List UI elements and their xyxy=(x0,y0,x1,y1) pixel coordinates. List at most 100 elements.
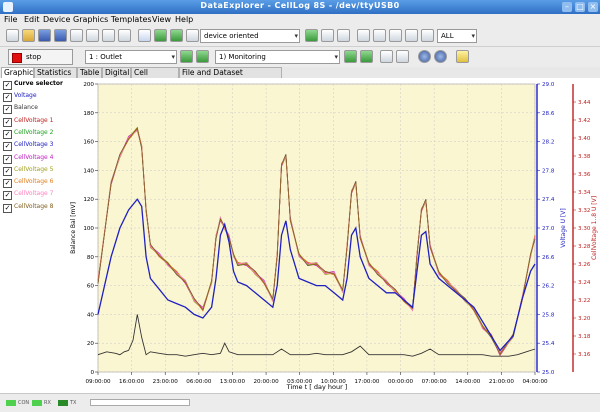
channel-combo[interactable]: 1 : Outlet ▾ xyxy=(85,50,177,64)
menu-file[interactable]: File xyxy=(4,15,17,24)
title-bar: DataExplorer - CellLog 8S - /dev/ttyUSB0… xyxy=(0,0,600,14)
refresh-icon[interactable] xyxy=(305,29,318,42)
con-led xyxy=(6,400,16,406)
progress-bar xyxy=(90,399,190,406)
device-select-icon[interactable] xyxy=(138,29,151,42)
stop-gathering-button[interactable]: stop gathering xyxy=(8,49,73,75)
new-file-icon[interactable] xyxy=(6,29,19,42)
minimize-icon[interactable]: – xyxy=(562,2,572,12)
curve-checkbox[interactable]: ✓ xyxy=(3,117,12,127)
print-icon[interactable] xyxy=(102,29,115,42)
preferences-icon[interactable] xyxy=(118,29,131,42)
channel-prev-icon[interactable] xyxy=(180,50,193,63)
cellvoltage-tick-label: 3.22 xyxy=(578,298,590,304)
curve-chart[interactable]: 09:00:00 16:00:00 23:00:00 06:00:00 13:00:00… xyxy=(67,78,600,393)
open-folder-icon[interactable] xyxy=(22,29,35,42)
curve-checkbox[interactable]: ✓ xyxy=(3,179,12,189)
export-icon[interactable] xyxy=(86,29,99,42)
zoom-icon[interactable] xyxy=(357,29,370,42)
x-tick-label: 21:00:00 xyxy=(489,379,515,385)
menu-device[interactable]: Device xyxy=(43,15,70,24)
left-tick-label: 160 xyxy=(83,140,94,146)
cellvoltage-tick-label: 3.18 xyxy=(578,334,591,340)
curve-item[interactable]: ✓ CellVoltage 8 xyxy=(1,202,66,213)
globe-config-icon[interactable] xyxy=(434,50,447,63)
curve-item[interactable]: ✓ CellVoltage 4 xyxy=(1,153,66,164)
curve-item[interactable]: ✓ CellVoltage 2 xyxy=(1,128,66,139)
back-icon[interactable] xyxy=(154,29,167,42)
curve-item[interactable]: ✓ CellVoltage 7 xyxy=(1,189,66,201)
curve-checkbox[interactable]: ✓ xyxy=(3,93,12,102)
left-tick-label: 40 xyxy=(87,312,95,318)
curve-item[interactable]: ✓ Balance xyxy=(1,103,66,115)
channel-next-icon[interactable] xyxy=(196,50,209,63)
device-tool-icon[interactable] xyxy=(186,29,199,42)
record-combo[interactable]: 1) Monitoring ▾ xyxy=(215,50,340,64)
left-tick-label: 120 xyxy=(83,197,94,203)
curve-label: Balance xyxy=(14,104,38,112)
curve-checkbox[interactable]: ✓ xyxy=(3,142,12,152)
tab-cell-voltage[interactable]: Cell voltage xyxy=(131,67,179,87)
record-next-icon[interactable] xyxy=(360,50,373,63)
graphic-panel: 09:00:00 16:00:00 23:00:00 06:00:00 13:00:00… xyxy=(67,78,600,393)
tab-statistics[interactable]: Statistics xyxy=(34,67,77,78)
curve-checkbox[interactable]: ✓ xyxy=(3,129,12,139)
close-icon[interactable]: × xyxy=(588,2,598,12)
clear-icon[interactable] xyxy=(337,29,350,42)
cellvoltage-tick-label: 3.26 xyxy=(578,262,591,268)
tab-bar: Graphic Statistics Table Digital Cell vo… xyxy=(0,67,600,87)
x-tick-label: 14:00:00 xyxy=(455,379,481,385)
menu-help[interactable]: Help xyxy=(175,15,193,24)
curve-checkbox[interactable]: ✓ xyxy=(3,166,12,176)
device-oriented-combo[interactable]: device oriented ▾ xyxy=(200,29,300,43)
curve-selector-panel: ✓ Curve selector ✓ Voltage ✓ Balance ✓ CellVo… xyxy=(0,78,68,393)
menu-bar: File Edit Device Graphics Templates View… xyxy=(0,14,600,26)
curve-checkbox[interactable]: ✓ xyxy=(3,203,12,213)
curve-checkbox[interactable]: ✓ xyxy=(3,154,12,164)
settings-icon[interactable] xyxy=(70,29,83,42)
tab-graphic[interactable]: Graphic xyxy=(1,67,34,78)
pan-icon[interactable] xyxy=(389,29,402,42)
voltage-tick-label: 25.4 xyxy=(542,341,555,347)
curve-item[interactable]: ✓ CellVoltage 6 xyxy=(1,177,66,189)
filter-combo[interactable]: ALL ▾ xyxy=(437,29,477,43)
fit-icon[interactable] xyxy=(373,29,386,42)
tab-file-comment[interactable]: File and Dataset Comment xyxy=(179,67,282,87)
cellvoltage-tick-label: 3.24 xyxy=(578,280,591,286)
save-icon[interactable] xyxy=(38,29,51,42)
curve-checkbox[interactable]: ✓ xyxy=(3,105,12,115)
menu-graphics-templates[interactable]: Graphics Templates xyxy=(73,15,152,24)
save-as-icon[interactable] xyxy=(54,29,67,42)
help-icon[interactable] xyxy=(456,50,469,63)
rx-led xyxy=(32,400,42,406)
globe-icon[interactable] xyxy=(418,50,431,63)
curve-selector-header[interactable]: ✓ Curve selector xyxy=(1,79,66,90)
left-tick-label: 80 xyxy=(87,255,95,261)
curve-item[interactable]: ✓ CellVoltage 5 xyxy=(1,165,66,176)
curve-item[interactable]: ✓ CellVoltage 1 xyxy=(1,116,66,127)
cut-icon[interactable] xyxy=(405,29,418,42)
curve-item[interactable]: ✓ CellVoltage 3 xyxy=(1,140,66,152)
x-tick-label: 07:00:00 xyxy=(422,379,448,385)
curve-label: CellVoltage 6 xyxy=(14,178,54,186)
x-axis-label: Time t [ day hour ] xyxy=(286,383,348,391)
tab-table[interactable]: Table xyxy=(77,67,102,78)
edit-icon[interactable] xyxy=(321,29,334,42)
curve-checkbox[interactable]: ✓ xyxy=(3,191,12,201)
curve-selector-checkbox[interactable]: ✓ xyxy=(3,81,12,90)
curve-item[interactable]: ✓ Voltage xyxy=(1,91,66,102)
menu-view[interactable]: View xyxy=(152,15,171,24)
scale-icon[interactable] xyxy=(421,29,434,42)
left-tick-label: 60 xyxy=(87,284,95,290)
forward-icon[interactable] xyxy=(170,29,183,42)
cellvoltage-tick-label: 3.28 xyxy=(578,244,591,250)
edit-record-icon[interactable] xyxy=(396,50,409,63)
voltage-tick-label: 25.8 xyxy=(542,312,555,318)
tab-digital[interactable]: Digital xyxy=(102,67,131,78)
maximize-icon[interactable]: □ xyxy=(575,2,585,12)
delete-icon[interactable] xyxy=(380,50,393,63)
record-prev-icon[interactable] xyxy=(344,50,357,63)
voltage-tick-label: 27.8 xyxy=(542,168,555,174)
menu-edit[interactable]: Edit xyxy=(24,15,40,24)
curve-label: CellVoltage 2 xyxy=(14,128,54,136)
